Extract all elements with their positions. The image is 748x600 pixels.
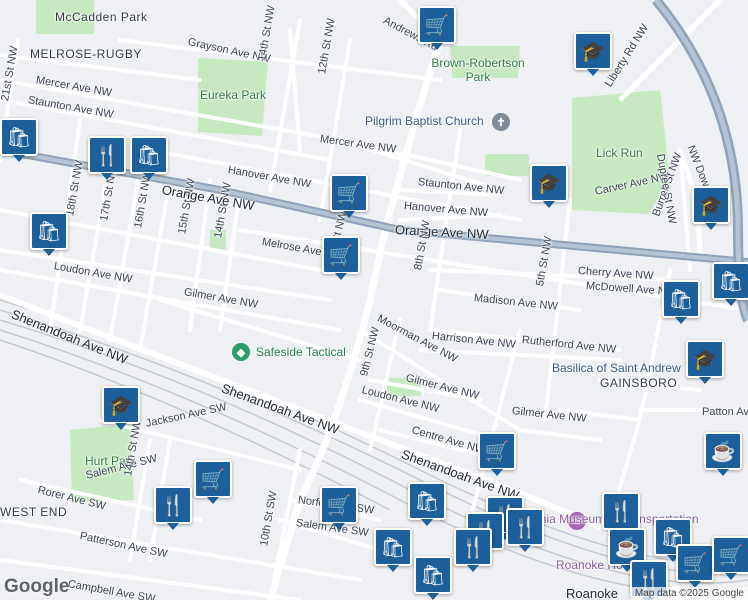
park-label-eureka: Eureka Park bbox=[200, 88, 267, 102]
restaurant-marker-icon[interactable]: 🍴 bbox=[454, 528, 492, 572]
school-marker-icon[interactable]: 🎓 bbox=[692, 186, 730, 230]
map-attribution[interactable]: Map data ©2025 Google bbox=[630, 587, 748, 600]
grocery-marker-icon[interactable]: 🛒 bbox=[322, 236, 360, 280]
google-logo: Google bbox=[4, 576, 70, 597]
store-marker-icon[interactable]: 🛍 bbox=[374, 528, 412, 572]
poi-label-church[interactable]: Pilgrim Baptist Church bbox=[365, 114, 484, 128]
school-marker-icon[interactable]: 🎓 bbox=[574, 32, 612, 76]
school-marker-icon[interactable]: 🎓 bbox=[686, 340, 724, 384]
store-marker-icon[interactable]: 🛍 bbox=[662, 280, 700, 324]
grocery-marker-icon[interactable]: 🛒 bbox=[676, 544, 714, 588]
school-marker-icon[interactable]: 🎓 bbox=[102, 386, 140, 430]
map-canvas[interactable]: McCadden Park MELROSE-RUGBY Eureka Park … bbox=[0, 0, 748, 600]
store-marker-icon[interactable]: 🛍 bbox=[712, 262, 748, 306]
store-marker-icon[interactable]: 🛍 bbox=[408, 482, 446, 526]
grocery-marker-icon[interactable]: 🛒 bbox=[418, 6, 456, 50]
store-marker-icon[interactable]: 🛍 bbox=[130, 136, 168, 180]
grocery-marker-icon[interactable]: 🛒 bbox=[330, 174, 368, 218]
school-marker-icon[interactable]: 🎓 bbox=[530, 164, 568, 208]
park-label-brown-robertson: Brown-Robertson Park bbox=[431, 56, 525, 84]
park-label-lick-run: Lick Run bbox=[596, 146, 643, 160]
poi-label-safeside-tactical[interactable]: Safeside Tactical bbox=[256, 345, 346, 359]
store-marker-icon[interactable]: 🛍 bbox=[30, 212, 68, 256]
restaurant-marker-icon[interactable]: 🍴 bbox=[602, 492, 640, 536]
grocery-marker-icon[interactable]: 🛒 bbox=[712, 536, 748, 580]
restaurant-marker-icon[interactable]: 🍴 bbox=[506, 508, 544, 552]
poi-label-basilica[interactable]: Basilica of Saint Andrew bbox=[552, 361, 681, 375]
grocery-marker-icon[interactable]: 🛒 bbox=[478, 432, 516, 476]
store-marker-icon[interactable]: 🛍 bbox=[414, 556, 452, 600]
area-label-gainsboro: GAINSBORO bbox=[600, 376, 678, 390]
area-label-west-end: WEST END bbox=[0, 505, 68, 519]
grocery-marker-icon[interactable]: 🛒 bbox=[194, 460, 232, 504]
restaurant-marker-icon[interactable]: 🍴 bbox=[88, 136, 126, 180]
restaurant-marker-icon[interactable]: 🍴 bbox=[154, 486, 192, 530]
area-label-melrose-rugby: MELROSE-RUGBY bbox=[30, 47, 142, 61]
area-label-roanoke: Roanoke bbox=[566, 586, 619, 600]
shopping-pin-icon[interactable]: ◆ bbox=[232, 343, 250, 361]
area-label-mccadden-park: McCadden Park bbox=[55, 10, 148, 24]
grocery-marker-icon[interactable]: 🛒 bbox=[320, 486, 358, 530]
street-label-patton: Patton Ave bbox=[702, 406, 748, 418]
store-marker-icon[interactable]: 🛍 bbox=[0, 118, 38, 162]
church-icon[interactable]: ✝ bbox=[492, 113, 510, 131]
cafe-marker-icon[interactable]: ☕ bbox=[704, 432, 742, 476]
